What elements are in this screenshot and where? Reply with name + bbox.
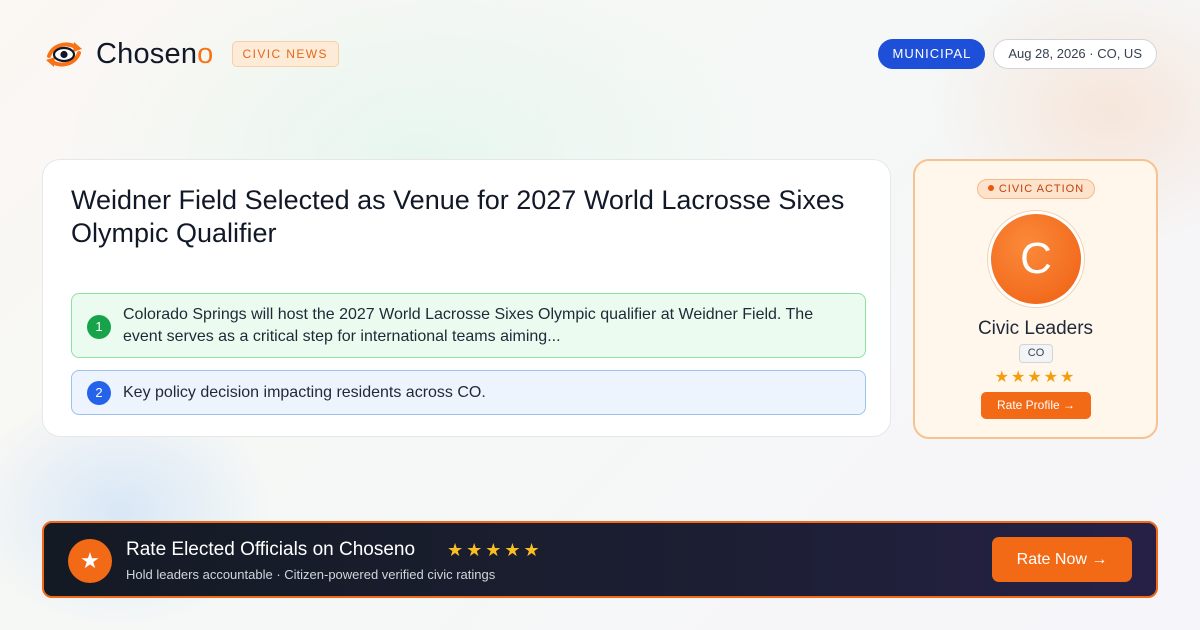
star-rating: ★★★★★ [994,369,1077,386]
rate-officials-banner: ★ Rate Elected Officials on Choseno ★★★★… [42,521,1158,598]
brand-name-main: Chosen [96,37,198,70]
civic-action-label: CIVIC ACTION [998,183,1085,195]
date-location-pill: Aug 28, 2026 · CO, US [993,39,1157,69]
avatar[interactable]: C [988,211,1084,307]
banner-star-rating: ★★★★★ [447,540,543,560]
key-point-number: 1 [87,315,111,339]
eye-refresh-logo-icon [46,42,82,67]
civic-action-badge: CIVIC ACTION [977,179,1095,199]
rate-profile-button[interactable]: Rate Profile → [981,392,1091,419]
state-tag: CO [1019,344,1053,363]
star-icon: ★ [68,539,112,583]
header-meta: MUNICIPAL Aug 28, 2026 · CO, US [878,39,1157,69]
category-pill[interactable]: MUNICIPAL [878,39,986,69]
civic-action-card: CIVIC ACTION C Civic Leaders CO ★★★★★ Ra… [913,159,1158,439]
banner-subtitle: Hold leaders accountable · Citizen-power… [126,567,496,582]
key-point-2: 2 Key policy decision impacting resident… [71,370,866,415]
section-badge: CIVIC NEWS [231,41,339,67]
brand-logo[interactable]: Choseno CIVIC NEWS [44,36,339,72]
rate-now-button[interactable]: Rate Now → [992,537,1132,582]
leader-name: Civic Leaders [977,318,1094,339]
avatar-letter: C [991,214,1081,304]
badge-dot-icon [987,185,994,191]
article-card: Weidner Field Selected as Venue for 2027… [42,159,891,437]
key-point-text: Key policy decision impacting residents … [123,384,486,401]
article-headline: Weidner Field Selected as Venue for 2027… [71,185,845,248]
key-point-1: 1 Colorado Springs will host the 2027 Wo… [71,293,866,358]
brand-name: Choseno [96,38,214,71]
banner-title: Rate Elected Officials on Choseno [126,539,416,560]
brand-name-accent: o [197,37,214,70]
key-point-number: 2 [87,381,111,405]
key-point-text: Colorado Springs will host the 2027 Worl… [123,306,814,345]
